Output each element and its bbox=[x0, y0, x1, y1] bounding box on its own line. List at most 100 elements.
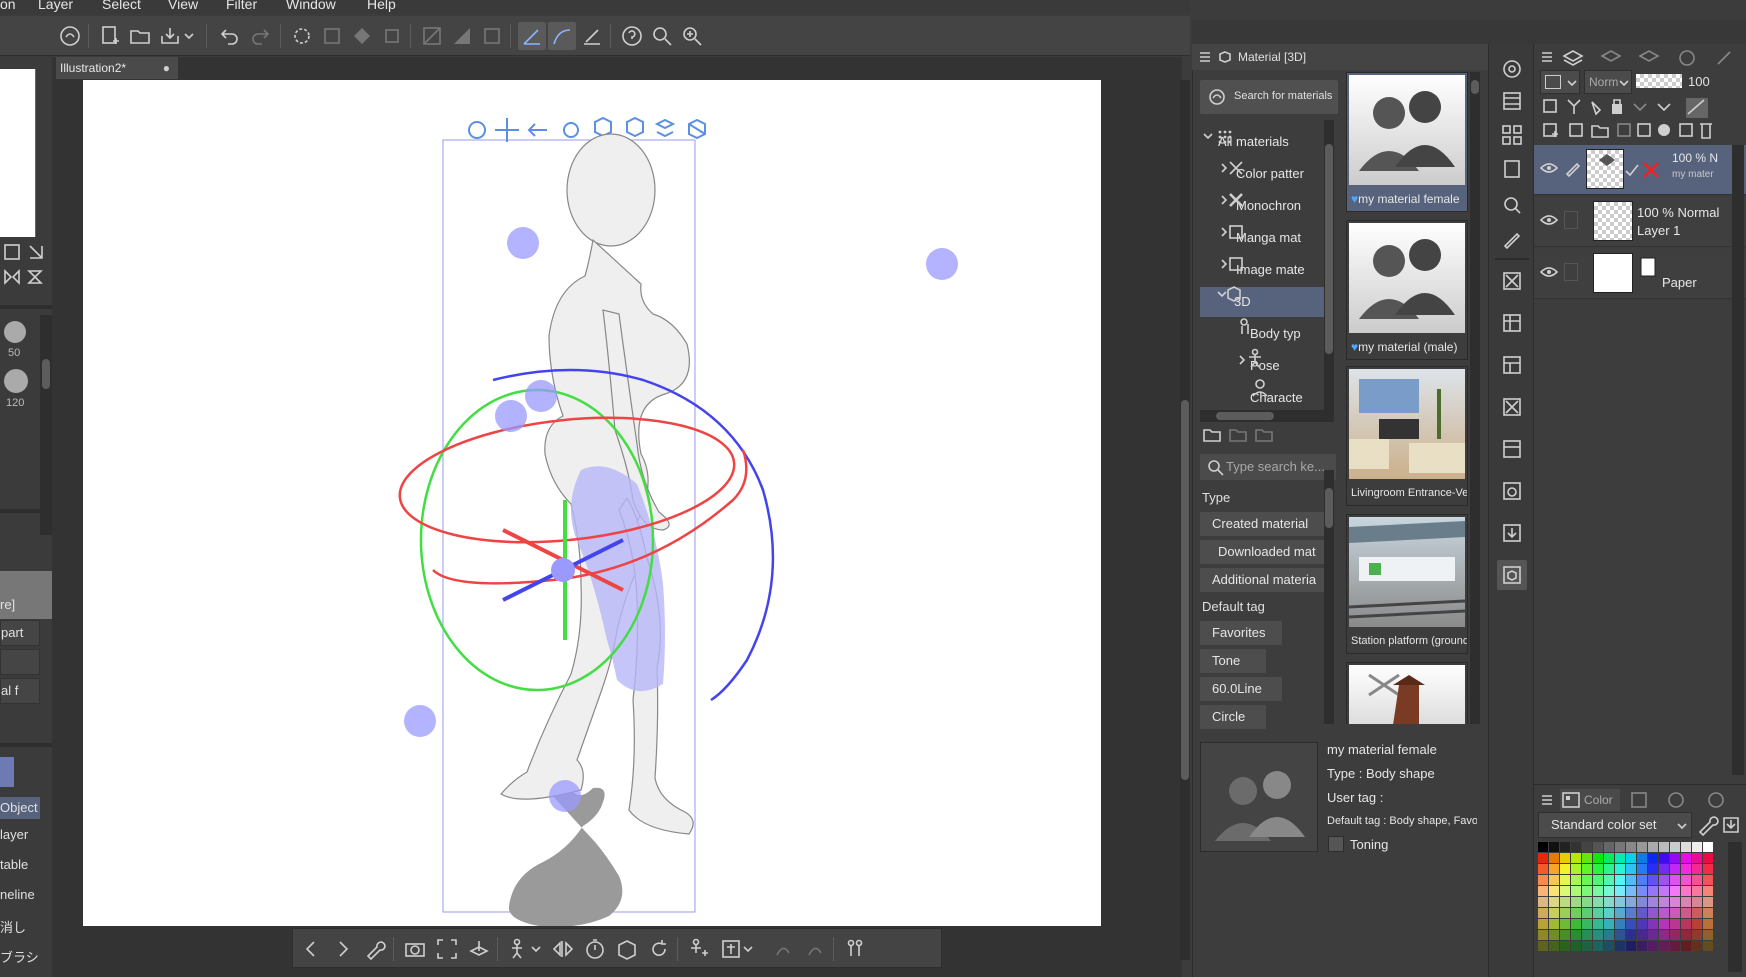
color-swatch[interactable] bbox=[1659, 919, 1669, 929]
color-swatch[interactable] bbox=[1615, 941, 1625, 951]
color-swatch[interactable] bbox=[1615, 908, 1625, 918]
color-swatch[interactable] bbox=[1615, 886, 1625, 896]
navigator-preview[interactable] bbox=[0, 69, 36, 237]
color-swatch[interactable] bbox=[1648, 864, 1658, 874]
blend-mode-dropdown[interactable]: Norm bbox=[1584, 70, 1632, 94]
color-swatch[interactable] bbox=[1560, 853, 1570, 863]
color-swatch[interactable] bbox=[1703, 941, 1713, 951]
canvas-vertical-scrollbar[interactable] bbox=[1180, 80, 1190, 960]
color-swatch[interactable] bbox=[1582, 930, 1592, 940]
history-tab-icon[interactable] bbox=[1676, 48, 1698, 68]
color-swatch[interactable] bbox=[1571, 930, 1581, 940]
3d-strip-icon[interactable] bbox=[1497, 476, 1527, 506]
sub-tool-dropdown[interactable]: part bbox=[0, 620, 40, 646]
tool-list-item[interactable]: neline bbox=[0, 887, 35, 902]
color-swatch[interactable] bbox=[1560, 908, 1570, 918]
color-swatch[interactable] bbox=[1637, 864, 1647, 874]
swatch-scrollbar[interactable] bbox=[1728, 842, 1742, 972]
layer-scrollbar[interactable] bbox=[1732, 145, 1744, 775]
color-swatch[interactable] bbox=[1560, 897, 1570, 907]
color-swatch[interactable] bbox=[1549, 853, 1559, 863]
color-swatch[interactable] bbox=[1538, 875, 1548, 885]
color-swatch[interactable] bbox=[1692, 919, 1702, 929]
color-swatch[interactable] bbox=[1637, 941, 1647, 951]
edit-lock-slot[interactable] bbox=[1564, 211, 1578, 229]
color-tab[interactable]: Color bbox=[1560, 789, 1620, 811]
canvas-paper[interactable] bbox=[83, 80, 1101, 926]
color-swatch[interactable] bbox=[1681, 919, 1691, 929]
color-swatch[interactable] bbox=[1549, 886, 1559, 896]
tree-horizontal-scrollbar[interactable] bbox=[1200, 410, 1334, 422]
register-pose-icon[interactable] bbox=[685, 935, 713, 963]
color-swatch[interactable] bbox=[1538, 941, 1548, 951]
color-swatch[interactable] bbox=[1604, 919, 1614, 929]
color-swatch[interactable] bbox=[1582, 875, 1592, 885]
material-thumbnail-female[interactable]: ♥my material female bbox=[1346, 72, 1468, 212]
color-swatch-grid[interactable] bbox=[1538, 842, 1728, 972]
color-swatch[interactable] bbox=[1670, 853, 1680, 863]
color-swatch[interactable] bbox=[1692, 864, 1702, 874]
color-swatch[interactable] bbox=[1626, 930, 1636, 940]
color-swatch[interactable] bbox=[1703, 908, 1713, 918]
layers-tab-icon[interactable] bbox=[1562, 48, 1584, 68]
color-swatch[interactable] bbox=[1615, 930, 1625, 940]
color-swatch[interactable] bbox=[1560, 886, 1570, 896]
color-swatch[interactable] bbox=[1538, 853, 1548, 863]
color-swatch[interactable] bbox=[1615, 875, 1625, 885]
character-settings-icon[interactable] bbox=[841, 935, 869, 963]
brush-size-dot[interactable] bbox=[4, 369, 28, 393]
color-swatch[interactable] bbox=[1604, 842, 1614, 852]
color-swatch[interactable] bbox=[1648, 930, 1658, 940]
color-swatch[interactable] bbox=[1560, 875, 1570, 885]
material-thumbnail-male[interactable]: ♥my material (male) bbox=[1346, 220, 1468, 360]
color-swatch[interactable] bbox=[1648, 941, 1658, 951]
color-swatch[interactable] bbox=[1692, 908, 1702, 918]
chevron-down-icon[interactable] bbox=[529, 935, 543, 963]
sub-view-icon[interactable] bbox=[1497, 154, 1527, 184]
color-swatch[interactable] bbox=[1538, 930, 1548, 940]
color-swatch[interactable] bbox=[1560, 930, 1570, 940]
color-swatch[interactable] bbox=[1670, 908, 1680, 918]
color-swatch[interactable] bbox=[1571, 875, 1581, 885]
color-swatch[interactable] bbox=[1692, 842, 1702, 852]
tag-button-favorites[interactable]: Favorites bbox=[1200, 621, 1282, 645]
selection-icon[interactable] bbox=[318, 22, 346, 50]
color-swatch[interactable] bbox=[1593, 842, 1603, 852]
animation-tab-icon[interactable] bbox=[1638, 48, 1660, 68]
tool-list-item[interactable]: ブラシ bbox=[0, 947, 39, 966]
color-swatch[interactable] bbox=[1659, 941, 1669, 951]
layer-row-layer1[interactable]: 100 % Normal Layer 1 bbox=[1534, 197, 1746, 247]
tool-list-item[interactable]: table bbox=[0, 857, 28, 872]
color-swatch[interactable] bbox=[1615, 842, 1625, 852]
color-swatch[interactable] bbox=[1615, 864, 1625, 874]
image-strip-icon[interactable] bbox=[1497, 434, 1527, 464]
chevron-down-icon[interactable] bbox=[182, 22, 196, 50]
tone-strip-icon[interactable] bbox=[1497, 308, 1527, 338]
color-swatch[interactable] bbox=[1549, 897, 1559, 907]
color-swatch[interactable] bbox=[1560, 919, 1570, 929]
tree-scrollbar[interactable] bbox=[1324, 120, 1334, 410]
flip-vertical-icon[interactable] bbox=[26, 268, 46, 286]
color-swatch[interactable] bbox=[1593, 875, 1603, 885]
color-swatch[interactable] bbox=[1604, 908, 1614, 918]
eye-icon[interactable] bbox=[1540, 213, 1558, 227]
color-swatch[interactable] bbox=[1681, 908, 1691, 918]
color-swatch[interactable] bbox=[1626, 941, 1636, 951]
color-swatch[interactable] bbox=[1703, 864, 1713, 874]
toning-checkbox[interactable] bbox=[1328, 836, 1344, 852]
color-swatch[interactable] bbox=[1626, 919, 1636, 929]
color-swatch[interactable] bbox=[1593, 897, 1603, 907]
tone-icon[interactable] bbox=[418, 22, 446, 50]
layer-color-dropdown[interactable] bbox=[1540, 70, 1580, 94]
material-panel-title[interactable]: Material [3D] bbox=[1238, 44, 1306, 70]
color-swatch[interactable] bbox=[1604, 864, 1614, 874]
flip-horizontal-icon[interactable] bbox=[2, 268, 22, 286]
layer-row-3d[interactable]: 100 % N my mater bbox=[1534, 145, 1746, 195]
color-swatch[interactable] bbox=[1549, 941, 1559, 951]
brush-strip-icon[interactable] bbox=[1497, 224, 1527, 254]
tool-list-item[interactable]: 消し bbox=[0, 917, 26, 936]
open-folder-icon[interactable] bbox=[126, 22, 154, 50]
help-icon[interactable] bbox=[618, 22, 646, 50]
color-swatch[interactable] bbox=[1637, 886, 1647, 896]
color-swatch[interactable] bbox=[1626, 875, 1636, 885]
